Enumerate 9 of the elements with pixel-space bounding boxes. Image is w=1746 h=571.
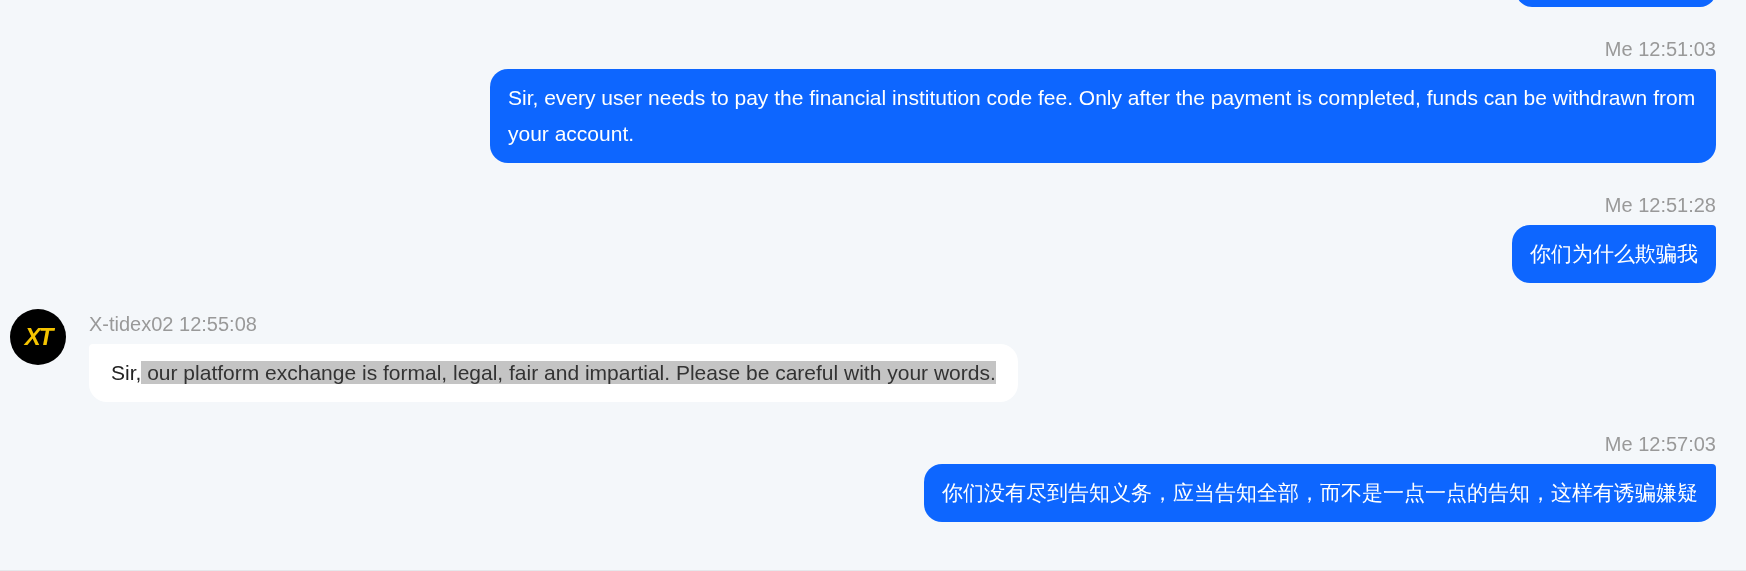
avatar-logo: XT [10, 309, 66, 365]
message-meta: X-tidex02 12:55:08 [89, 312, 257, 336]
message-meta: Me 12:51:28 [1604, 193, 1716, 217]
message-bubble: Sir, our platform exchange is formal, legal, fair and impartial. Please be careful with your words. [89, 344, 1018, 402]
message-meta: Me 12:51:03 [1604, 37, 1716, 61]
message-bubble: 你们为什么欺骗我 [1512, 225, 1716, 283]
message-bubble: 你们没有尽到告知义务，应当告知全部，而不是一点一点的告知，这样有诱骗嫌疑 [924, 464, 1716, 522]
message-meta: Me 12:57:03 [1604, 432, 1716, 456]
message-bubble: Sir, every user needs to pay the financial institution code fee. Only after the payment is completed, funds can be withdrawn from your account. [490, 69, 1716, 163]
